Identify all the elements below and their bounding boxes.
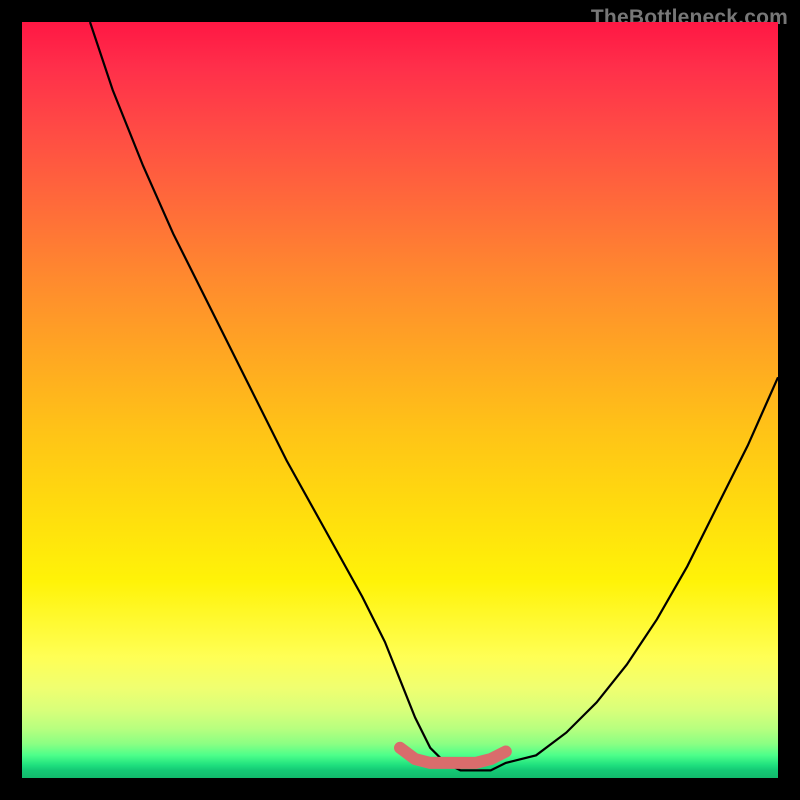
plot-area bbox=[22, 22, 778, 778]
curve-layer bbox=[22, 22, 778, 778]
chart-canvas: TheBottleneck.com bbox=[0, 0, 800, 800]
bottleneck-curve bbox=[90, 22, 778, 770]
highlight-band bbox=[400, 748, 506, 763]
